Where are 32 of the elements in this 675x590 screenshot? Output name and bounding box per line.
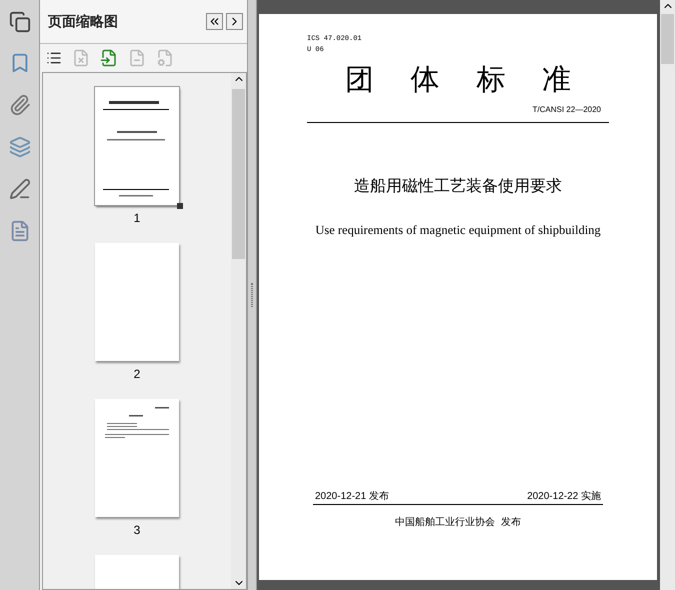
insert-page-icon[interactable] xyxy=(100,49,118,67)
publisher: 中国船舶工业行业协会 发布 xyxy=(395,516,521,530)
page-number: 3 xyxy=(134,522,140,539)
title-character: 体 xyxy=(410,63,440,98)
signature-icon[interactable] xyxy=(8,178,30,200)
double-chevron-icon xyxy=(208,15,221,28)
scrollbar[interactable] xyxy=(231,73,246,589)
pages-icon[interactable] xyxy=(8,11,30,33)
scroll-thumb[interactable] xyxy=(661,14,674,64)
title-character: 准 xyxy=(542,63,571,98)
page-thumbnail[interactable] xyxy=(95,87,179,205)
document-subtitle: Use requirements of magnetic equipment of shipbuilding xyxy=(315,222,601,239)
standard-code: T/CANSI 22—2020 xyxy=(532,104,601,116)
options-icon[interactable] xyxy=(46,50,62,66)
page-thumbnail[interactable] xyxy=(95,243,179,361)
layers-icon[interactable] xyxy=(8,136,30,158)
issue-date: 2020-12-21 发布 xyxy=(315,490,389,504)
resize-handle[interactable] xyxy=(177,203,183,209)
paperclip-icon[interactable] xyxy=(8,94,30,116)
title-character: 团 xyxy=(345,63,374,98)
page-number: 1 xyxy=(134,210,140,227)
page-number: 2 xyxy=(134,366,140,383)
document-title: 造船用磁性工艺装备使用要求 xyxy=(354,176,562,197)
scroll-thumb[interactable] xyxy=(232,89,245,259)
collapse-button[interactable] xyxy=(206,13,223,30)
scrollbar[interactable] xyxy=(660,0,675,590)
next-button[interactable] xyxy=(226,13,243,30)
title-character: 标 xyxy=(476,63,506,98)
panel-title: 页面缩略图 xyxy=(48,12,118,31)
page-thumbnail[interactable] xyxy=(95,399,179,517)
delete-page-icon[interactable] xyxy=(72,49,90,67)
effective-date: 2020-12-22 实施 xyxy=(527,490,601,504)
